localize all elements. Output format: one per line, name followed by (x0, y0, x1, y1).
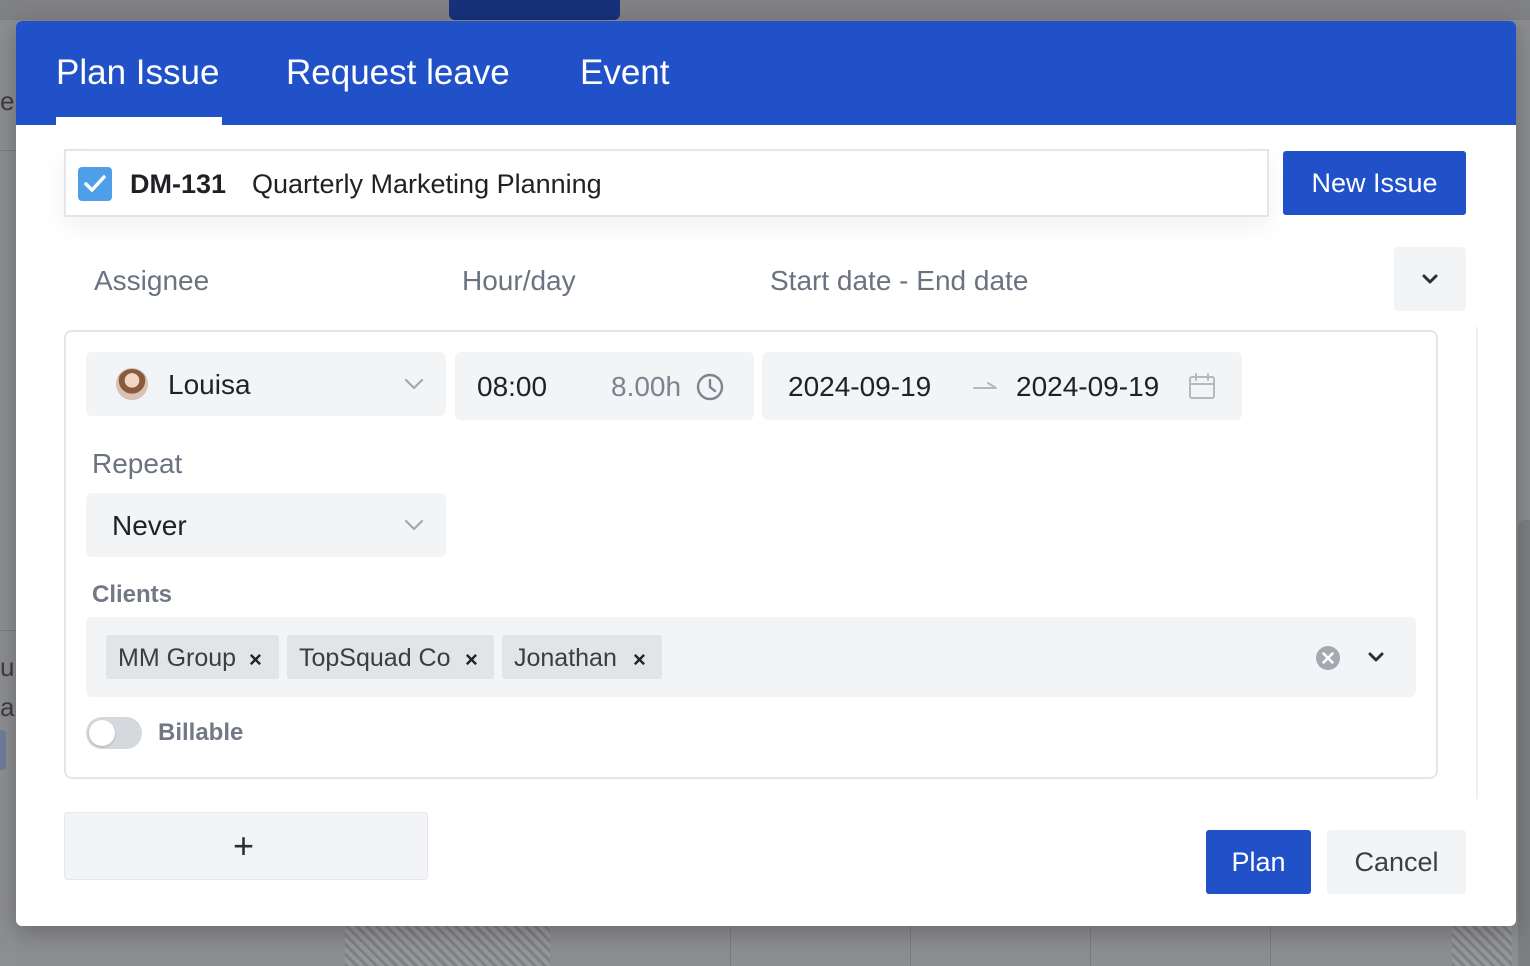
client-tag-label: Jonathan (514, 644, 617, 672)
cancel-button[interactable]: Cancel (1327, 830, 1466, 894)
calendar-icon (1189, 373, 1215, 399)
background-divider (0, 150, 16, 151)
billable-toggle[interactable] (86, 717, 142, 749)
plus-icon: + (233, 825, 255, 866)
clear-all-icon[interactable] (1315, 645, 1341, 671)
end-date: 2024-09-19 (1016, 371, 1160, 402)
repeat-value: Never (112, 510, 187, 541)
remove-tag-icon[interactable]: × (633, 647, 646, 673)
background-divider (0, 630, 16, 631)
clients-label: Clients (92, 581, 173, 608)
background-active-tab (449, 0, 620, 20)
dialog-tab-bar: Plan Issue Request leave Event (16, 21, 1516, 125)
background-grid-line (910, 926, 911, 966)
background-scrollbar (1518, 520, 1530, 966)
hours-per-day-field[interactable]: 08:00 8.00h (455, 352, 754, 420)
remove-tag-icon[interactable]: × (249, 647, 262, 673)
issue-title: Quarterly Marketing Planning (252, 169, 602, 199)
background-grid-line (1090, 926, 1091, 966)
client-tag-label: MM Group (118, 644, 237, 672)
client-tag: TopSquad Co × (287, 635, 494, 679)
hours-column-label: Hour/day (462, 265, 576, 296)
dates-column-label: Start date - End date (770, 265, 1029, 296)
start-date: 2024-09-19 (788, 371, 932, 402)
clock-icon (696, 373, 724, 401)
background-grid-line (730, 926, 731, 966)
background-top-strip (0, 0, 1530, 20)
remove-tag-icon[interactable]: × (465, 647, 478, 673)
avatar (116, 368, 148, 400)
date-range-picker[interactable]: 2024-09-19 2024-09-19 (762, 352, 1242, 420)
billable-label: Billable (158, 719, 244, 746)
panel-divider (1476, 327, 1478, 799)
clients-multiselect[interactable]: MM Group × TopSquad Co × Jonathan × (86, 617, 1416, 697)
chevron-down-icon (404, 519, 424, 531)
toggle-knob (89, 720, 115, 746)
hours-value: 8.00h (611, 371, 682, 402)
tab-request-leave[interactable]: Request leave (286, 53, 510, 93)
issue-checkbox[interactable] (78, 167, 112, 201)
tab-event[interactable]: Event (580, 53, 670, 93)
repeat-label: Repeat (92, 448, 183, 479)
plan-entry-card: Louisa 08:00 8.00h 2024-09-19 2024-09-19 (64, 330, 1438, 779)
plan-button[interactable]: Plan (1206, 830, 1311, 894)
plan-dialog: Plan Issue Request leave Event DM-131 Qu… (16, 21, 1516, 926)
background-hatched-cell (345, 926, 550, 966)
chevron-down-icon[interactable] (1367, 651, 1385, 663)
issue-key: DM-131 (130, 169, 227, 199)
background-left-column (0, 20, 16, 966)
background-event-stub (0, 730, 6, 770)
assignee-column-label: Assignee (94, 265, 210, 296)
time-value: 08:00 (477, 371, 548, 402)
repeat-select[interactable]: Never (86, 493, 446, 557)
assignee-name: Louisa (168, 369, 251, 400)
client-tag: MM Group × (106, 635, 279, 679)
issue-selector[interactable]: DM-131 Quarterly Marketing Planning (64, 149, 1269, 217)
collapse-button[interactable] (1394, 247, 1466, 311)
tab-plan-issue[interactable]: Plan Issue (56, 53, 219, 93)
chevron-down-icon (1422, 274, 1438, 284)
add-assignee-button[interactable]: + (64, 812, 428, 880)
client-tag: Jonathan × (502, 635, 662, 679)
arrow-right-icon (973, 382, 997, 389)
background-hatched-cell (1452, 926, 1512, 966)
new-issue-button[interactable]: New Issue (1283, 151, 1466, 215)
chevron-down-icon (404, 378, 424, 390)
assignee-select[interactable]: Louisa (86, 352, 446, 416)
background-grid-line (1270, 926, 1271, 966)
client-tag-label: TopSquad Co (299, 644, 451, 672)
checkmark-icon (84, 175, 106, 192)
active-tab-indicator (56, 117, 222, 125)
